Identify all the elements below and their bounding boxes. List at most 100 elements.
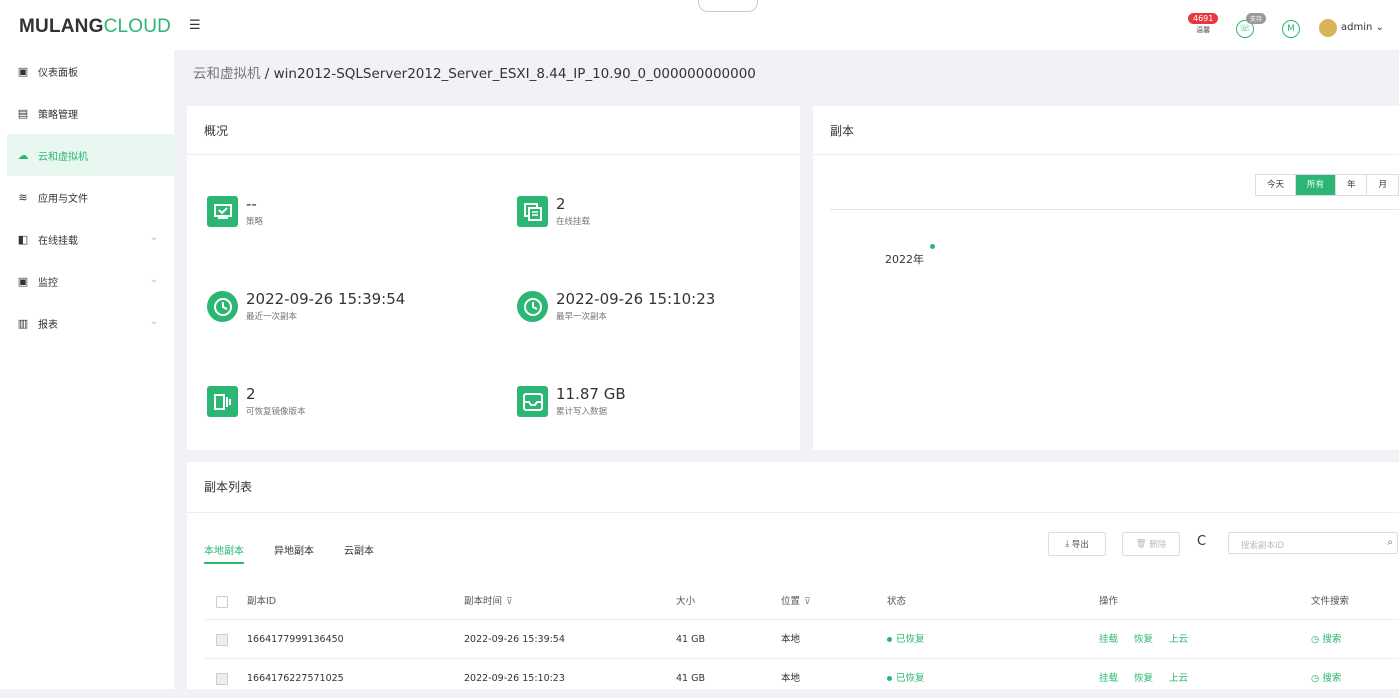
avatar[interactable] (1319, 19, 1337, 37)
mount-link[interactable]: 挂载 (1099, 673, 1118, 684)
upload-cloud-link[interactable]: 上云 (1169, 673, 1188, 684)
stat-value: 2022-09-26 15:10:23 (556, 290, 716, 308)
m-service-icon[interactable]: M (1282, 20, 1300, 38)
card-divider (187, 512, 1399, 513)
dashboard-icon: ▣ (17, 64, 29, 78)
tab-local-copy[interactable]: 本地副本 (204, 542, 244, 564)
filter-icon[interactable]: ⊽ (804, 597, 811, 607)
col-copy-time-label: 副本时间 (464, 596, 503, 607)
file-search-link[interactable]: ◷ 搜索 (1311, 620, 1341, 659)
sidebar-item-online-mount[interactable]: ◧ 在线挂载 ⌄ (0, 218, 174, 260)
clock-icon: ◷ (1311, 673, 1323, 684)
user-menu[interactable]: admin ⌄ (1341, 22, 1384, 33)
timeline-axis (830, 209, 1399, 210)
range-month[interactable]: 月 (1366, 175, 1398, 195)
stat-label: 最早一次副本 (556, 312, 608, 322)
sidebar-item-label: 策略管理 (38, 109, 78, 121)
restore-link[interactable]: 恢复 (1134, 673, 1153, 684)
sidebar-item-monitor[interactable]: ▣ 监控 ⌄ (0, 260, 174, 302)
search-input[interactable] (1239, 536, 1383, 556)
upload-cloud-link[interactable]: 上云 (1169, 634, 1188, 645)
stat-earliest-copy: 2022-09-26 15:10:23 最早一次副本 (517, 291, 715, 322)
tab-remote-copy[interactable]: 异地副本 (274, 542, 314, 564)
sidebar-item-report[interactable]: ▥ 报表 ⌄ (0, 302, 174, 344)
chevron-down-icon: ⌄ (149, 232, 158, 243)
status-badge: 已恢复 (887, 620, 925, 659)
stat-label: 可恢复镜像版本 (246, 407, 306, 417)
monitor-icon: ▣ (17, 274, 29, 288)
stat-online-mount: 2 在线挂载 (517, 196, 590, 227)
card-divider (187, 154, 800, 155)
stat-value: 2 (246, 385, 256, 403)
restore-link[interactable]: 恢复 (1134, 634, 1153, 645)
stat-latest-copy: 2022-09-26 15:39:54 最近一次副本 (207, 291, 405, 322)
status-badge: 已恢复 (887, 659, 925, 698)
range-today[interactable]: 今天 (1256, 175, 1295, 195)
layers-icon: ≋ (18, 190, 28, 204)
menu-fold-icon[interactable]: ☰ (189, 18, 201, 33)
select-all-checkbox[interactable] (216, 596, 228, 608)
chevron-down-icon: ⌄ (149, 316, 158, 327)
copy-time: 2022-09-26 15:39:54 (464, 634, 565, 645)
logo-text-part1: MULANG (19, 16, 104, 37)
export-label: 导出 (1071, 540, 1089, 550)
table-row: 1664176227571025 2022-09-26 15:10:23 41 … (204, 658, 1399, 698)
status-text: 已恢复 (896, 673, 925, 684)
drag-handle[interactable] (698, 0, 758, 12)
overview-card: 概况 -- 策略 2 在线挂载 2022-09-26 15:39:54 最近一次… (187, 106, 800, 450)
table-header: 副本ID 副本时间 ⊽ 大小 位置 ⊽ 状态 操作 文件搜索 (204, 582, 1399, 621)
filter-icon[interactable]: ⊽ (506, 597, 513, 607)
range-year[interactable]: 年 (1334, 175, 1367, 195)
support-badge: 支持 (1246, 13, 1267, 24)
clock-icon (207, 291, 238, 322)
copy-id: 1664176227571025 (247, 673, 344, 684)
range-all[interactable]: 所有 (1294, 175, 1335, 195)
timeline-year-label: 2022年 (885, 253, 924, 266)
stat-value: 11.87 GB (556, 385, 626, 403)
stat-value: -- (246, 195, 257, 213)
brand-logo[interactable]: MULANGCLOUD (19, 16, 171, 38)
export-button[interactable]: ⤓ 导出 (1048, 532, 1106, 556)
copy-location: 本地 (781, 634, 801, 645)
table-row: 1664177999136450 2022-09-26 15:39:54 41 … (204, 619, 1399, 659)
mount-link[interactable]: 挂载 (1099, 634, 1118, 645)
chevron-down-icon: ⌄ (1372, 22, 1384, 33)
copy-list-card: 副本列表 本地副本 异地副本 云副本 ⤓ 导出 🗑 删除 C ⌕ 副本ID 副本… (187, 462, 1399, 689)
stat-value: 2022-09-26 15:39:54 (246, 290, 406, 308)
policy-icon: ▤ (17, 106, 29, 120)
row-actions: 挂载 恢复 上云 (1099, 620, 1204, 659)
stat-written-data: 11.87 GB 累计写入数据 (517, 386, 626, 417)
sidebar-item-cloud-vm[interactable]: ☁ 云和虚拟机 (7, 134, 174, 176)
file-search-link[interactable]: ◷ 搜索 (1311, 659, 1341, 698)
breadcrumb-parent[interactable]: 云和虚拟机 (193, 66, 261, 82)
tab-cloud-copy[interactable]: 云副本 (344, 542, 374, 564)
timeline-point[interactable] (930, 244, 935, 249)
sidebar-item-apps-files[interactable]: ≋ 应用与文件 (0, 176, 174, 218)
card-divider (813, 154, 1399, 155)
col-location[interactable]: 位置 ⊽ (781, 582, 811, 622)
mount-copy-icon (517, 196, 548, 227)
copies-card: 副本 今天 所有 年 月 2022年 (813, 106, 1399, 450)
delete-button[interactable]: 🗑 删除 (1122, 532, 1180, 556)
sidebar-item-label: 在线挂载 (38, 235, 78, 247)
sidebar-item-dashboard[interactable]: ▣ 仪表面板 (0, 50, 174, 92)
stat-policy: -- 策略 (207, 196, 263, 227)
alarm-button[interactable]: 4691 温馨 (1188, 13, 1219, 35)
sidebar-item-label: 应用与文件 (38, 193, 88, 205)
row-checkbox[interactable] (216, 673, 228, 685)
copy-size: 41 GB (676, 673, 705, 684)
col-copy-time[interactable]: 副本时间 ⊽ (464, 582, 513, 622)
report-icon: ▥ (17, 316, 29, 330)
copy-size: 41 GB (676, 634, 705, 645)
stat-image-versions: 2 可恢复镜像版本 (207, 386, 306, 417)
stat-value: 2 (556, 195, 566, 213)
row-checkbox[interactable] (216, 634, 228, 646)
col-status: 状态 (887, 596, 907, 607)
refresh-icon[interactable]: C (1197, 534, 1206, 549)
col-copy-id: 副本ID (247, 596, 277, 607)
logo-text-part2: CLOUD (103, 16, 172, 37)
col-file-search: 文件搜索 (1311, 596, 1350, 607)
search-icon[interactable]: ⌕ (1387, 537, 1393, 548)
sidebar-item-policy[interactable]: ▤ 策略管理 (0, 92, 174, 134)
username: admin (1341, 22, 1373, 33)
